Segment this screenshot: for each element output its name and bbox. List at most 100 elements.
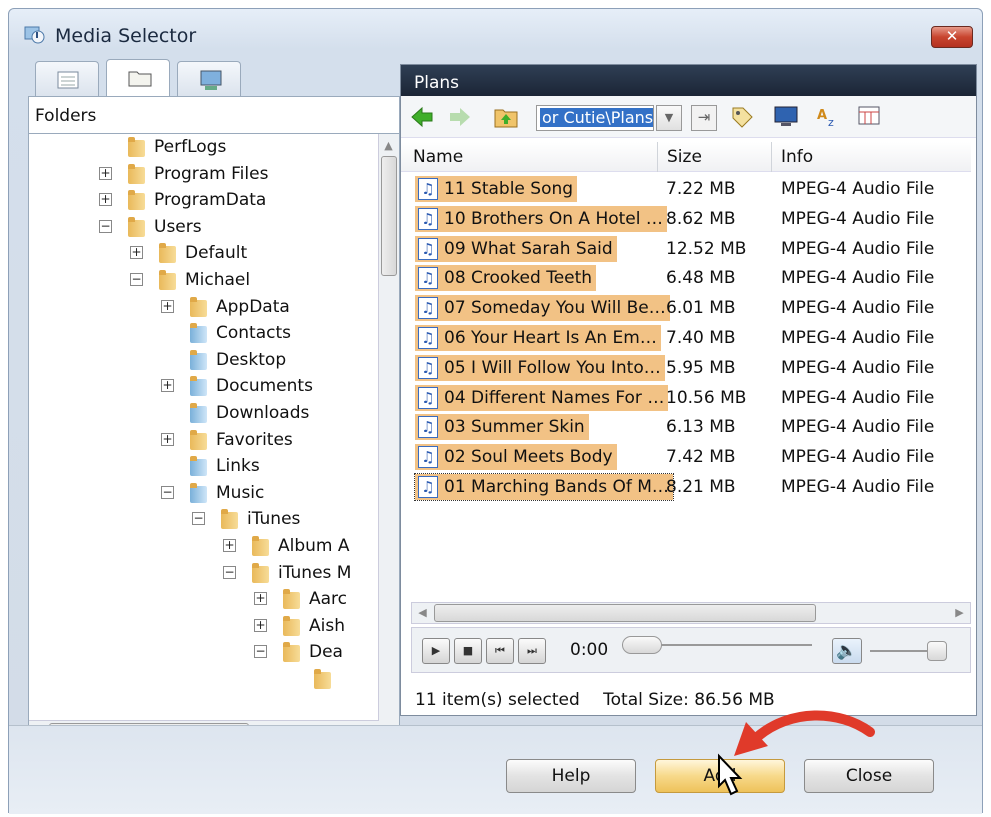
file-name-cell: ♫ 07 Someday You Will Be…	[415, 295, 670, 322]
file-row[interactable]: ♫ 01 Marching Bands Of M… 8.21 MB MPEG-4 Au…	[401, 471, 971, 501]
file-size: 5.95 MB	[666, 357, 736, 378]
back-arrow-icon[interactable]	[409, 104, 435, 130]
audio-file-icon: ♫	[418, 476, 438, 498]
file-horizontal-scrollbar[interactable]: ◀ ▶	[411, 602, 971, 624]
seek-slider[interactable]	[622, 636, 812, 654]
tree-node[interactable]: PerfLogs	[125, 134, 226, 160]
collapse-icon[interactable]: −	[161, 485, 174, 499]
next-icon[interactable]: ⏭	[518, 638, 546, 664]
tree-node[interactable]: − Music	[161, 480, 264, 506]
tree-node[interactable]: + Aarc	[254, 586, 347, 612]
tree-node[interactable]: + Aish	[254, 613, 345, 639]
tab-computer[interactable]	[177, 61, 241, 97]
tree-node[interactable]: + Default	[130, 240, 247, 266]
tab-list-view[interactable]	[35, 61, 99, 97]
file-row[interactable]: ♫ 08 Crooked Teeth 6.48 MB MPEG-4 Audio Fil…	[401, 262, 971, 292]
scroll-left-icon[interactable]: ◀	[413, 603, 432, 623]
expand-icon[interactable]: +	[161, 299, 174, 313]
favorite-tag-icon[interactable]	[729, 104, 755, 130]
window-close-button[interactable]: ✕	[931, 26, 973, 48]
file-row[interactable]: ♫ 02 Soul Meets Body 7.42 MB MPEG-4 Audio F…	[401, 441, 971, 471]
up-folder-icon[interactable]	[493, 104, 519, 130]
expand-icon[interactable]: +	[130, 246, 143, 260]
file-info: MPEG-4 Audio File	[781, 477, 935, 497]
file-name-cell: ♫ 06 Your Heart Is An Em…	[415, 325, 661, 351]
tab-folders[interactable]	[106, 59, 170, 97]
collapse-icon[interactable]: −	[99, 219, 112, 233]
sort-az-icon[interactable]: Az	[815, 104, 841, 130]
audio-file-icon: ♫	[418, 178, 438, 200]
expand-icon[interactable]: +	[99, 166, 112, 180]
collapse-icon[interactable]: −	[223, 565, 236, 579]
tree-node[interactable]: + Documents	[161, 373, 313, 399]
tree-node[interactable]: Contacts	[187, 320, 291, 346]
expand-icon[interactable]: +	[223, 539, 236, 552]
tree-node[interactable]: − Users	[99, 214, 202, 240]
tree-node[interactable]: + AppData	[161, 294, 290, 320]
monitor-icon[interactable]	[773, 104, 799, 130]
tree-node[interactable]: Downloads	[187, 400, 309, 426]
path-dropdown-icon[interactable]: ▼	[656, 105, 682, 131]
scroll-up-icon[interactable]: ▲	[379, 136, 398, 156]
tree-node[interactable]	[311, 666, 340, 692]
view-options-icon[interactable]	[857, 104, 883, 130]
help-button[interactable]: Help	[506, 759, 636, 793]
window-title: Media Selector	[55, 25, 197, 47]
collapse-icon[interactable]: −	[192, 512, 205, 526]
tree-node[interactable]: + Favorites	[161, 427, 293, 453]
file-panel: Plans Az or Cutie\Plans ▼ ⇥ Name Size In…	[400, 64, 977, 716]
forward-arrow-icon[interactable]	[447, 104, 473, 130]
file-row[interactable]: ♫ 06 Your Heart Is An Em… 7.40 MB MPEG-4 Au…	[401, 322, 971, 352]
path-input[interactable]: or Cutie\Plans	[536, 105, 654, 131]
expand-icon[interactable]: +	[99, 193, 112, 207]
tree-vertical-scrollbar[interactable]: ▲ ▼	[378, 134, 399, 742]
seek-thumb[interactable]	[622, 636, 662, 654]
file-row[interactable]: ♫ 11 Stable Song 7.22 MB MPEG-4 Audio File	[401, 173, 971, 203]
folder-icon	[187, 429, 209, 451]
volume-icon[interactable]: 🔈	[832, 638, 862, 664]
column-name[interactable]: Name	[413, 147, 463, 167]
tree-node-label: Album A	[278, 536, 350, 556]
file-row[interactable]: ♫ 07 Someday You Will Be… 6.01 MB MPEG-4 Au…	[401, 292, 971, 322]
audio-file-icon: ♫	[418, 327, 438, 349]
expand-icon[interactable]: +	[161, 379, 174, 393]
previous-icon[interactable]: ⏮	[486, 638, 514, 664]
tree-node[interactable]: + Album A	[223, 533, 350, 559]
tree-node-label: Links	[216, 456, 260, 477]
expand-icon[interactable]: +	[161, 432, 174, 446]
file-row[interactable]: ♫ 04 Different Names For … 10.56 MB MPEG-4 …	[401, 382, 971, 412]
folder-tree[interactable]: PerfLogs + Program Files + ProgramData − Users…	[28, 133, 400, 743]
expand-icon[interactable]: +	[254, 618, 267, 632]
tree-node[interactable]: − iTunes	[192, 506, 300, 532]
file-name-cell: ♫ 04 Different Names For …	[415, 384, 669, 411]
file-name-cell: ♫ 11 Stable Song	[415, 176, 578, 202]
collapse-icon[interactable]: −	[254, 645, 267, 659]
audio-file-icon: ♫	[418, 207, 438, 230]
tree-node[interactable]: Links	[187, 453, 260, 479]
column-headers: Name Size Info	[401, 142, 971, 172]
play-icon[interactable]: ▶	[422, 638, 450, 664]
stop-icon[interactable]: ■	[454, 638, 482, 664]
collapse-icon[interactable]: −	[130, 273, 143, 286]
tree-node[interactable]: + Program Files	[99, 161, 268, 187]
file-row[interactable]: ♫ 10 Brothers On A Hotel … 8.62 MB MPEG-4 A…	[401, 203, 971, 233]
tree-node[interactable]: − Dea	[254, 639, 343, 665]
folder-icon	[280, 641, 302, 663]
tree-node[interactable]: − iTunes M	[223, 560, 351, 586]
file-row[interactable]: ♫ 09 What Sarah Said 12.52 MB MPEG-4 Audio …	[401, 233, 971, 263]
column-info[interactable]: Info	[781, 147, 813, 167]
file-row[interactable]: ♫ 03 Summer Skin 6.13 MB MPEG-4 Audio File	[401, 411, 971, 441]
tree-node[interactable]: + ProgramData	[99, 187, 266, 213]
tree-node[interactable]: − Michael	[130, 267, 250, 293]
scroll-right-icon[interactable]: ▶	[950, 603, 969, 623]
expand-icon[interactable]: +	[254, 592, 267, 606]
column-size[interactable]: Size	[667, 147, 702, 167]
file-hscroll-thumb[interactable]	[434, 604, 816, 622]
go-arrow-icon[interactable]: ⇥	[691, 105, 717, 131]
volume-thumb[interactable]	[927, 641, 947, 661]
file-row[interactable]: ♫ 05 I Will Follow You Into… 5.95 MB MPEG-4…	[401, 352, 971, 382]
tree-node-label: Favorites	[216, 429, 293, 450]
tree-scroll-thumb[interactable]	[381, 156, 397, 276]
file-size: 8.21 MB	[666, 477, 736, 497]
tree-node[interactable]: Desktop	[187, 347, 286, 373]
